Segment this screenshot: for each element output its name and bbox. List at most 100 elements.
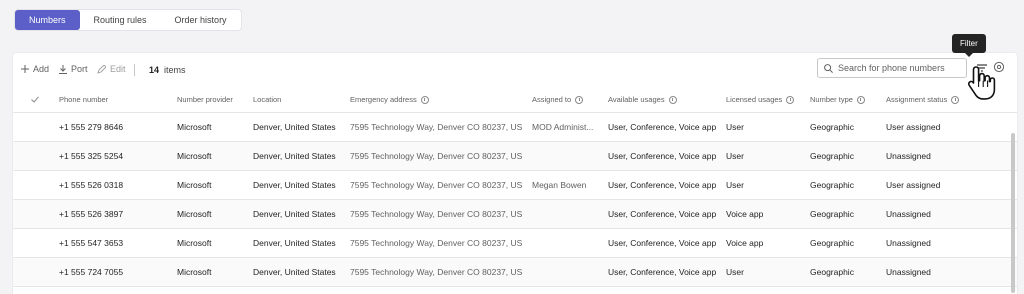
cell-phone: +1 555 279 8646 xyxy=(59,122,124,132)
column-header-label: Assignment status xyxy=(886,95,948,104)
cell-usages: User, Conference, Voice app xyxy=(608,238,717,248)
item-count: 14 items xyxy=(149,65,186,75)
cell-address: 7595 Technology Way, Denver CO 80237, US… xyxy=(350,180,522,190)
pencil-icon xyxy=(97,64,106,74)
tab-bar: Numbers Routing rules Order history xyxy=(14,9,242,31)
info-icon[interactable] xyxy=(951,95,960,104)
cell-location: Denver, United States xyxy=(253,238,336,248)
column-header-type[interactable]: Number type xyxy=(810,87,880,112)
cell-status: User assigned xyxy=(886,180,941,190)
cell-provider: Microsoft xyxy=(177,122,212,132)
cell-type: Geographic xyxy=(810,180,854,190)
cell-licensed: User xyxy=(726,267,744,277)
info-icon[interactable] xyxy=(856,95,865,104)
filter-tooltip: Filter xyxy=(952,34,986,57)
phone-numbers-table: Phone number Number provider Location Em… xyxy=(13,87,1017,287)
cell-usages: User, Conference, Voice app xyxy=(608,267,717,277)
cell-phone: +1 555 325 5254 xyxy=(59,151,124,161)
toolbar: Add Port Edit 14 items xyxy=(13,53,1017,87)
add-label: Add xyxy=(33,64,50,74)
select-all-checkbox[interactable] xyxy=(31,87,51,112)
cell-address: 7595 Technology Way, Denver CO 80237, US… xyxy=(350,267,522,277)
cell-usages: User, Conference, Voice app xyxy=(608,122,717,132)
cell-usages: User, Conference, Voice app xyxy=(608,151,717,161)
cell-usages: User, Conference, Voice app xyxy=(608,209,717,219)
info-icon[interactable] xyxy=(668,95,677,104)
column-header-label: Number provider xyxy=(177,95,233,104)
tab-routing-rules[interactable]: Routing rules xyxy=(80,10,161,30)
tab-order-history[interactable]: Order history xyxy=(161,10,241,30)
search-icon xyxy=(824,63,833,73)
cell-location: Denver, United States xyxy=(253,209,336,219)
column-header-location[interactable]: Location xyxy=(253,87,345,112)
table-row[interactable]: +1 555 279 8646 Microsoft Denver, United… xyxy=(13,113,1017,142)
cell-location: Denver, United States xyxy=(253,267,336,277)
numbers-panel: Add Port Edit 14 items Search for phone … xyxy=(12,52,1018,294)
cell-address: 7595 Technology Way, Denver CO 80237, US… xyxy=(350,122,522,132)
cell-address: 7595 Technology Way, Denver CO 80237, US… xyxy=(350,151,522,161)
info-icon[interactable] xyxy=(575,95,584,104)
cell-status: Unassigned xyxy=(886,209,931,219)
cell-licensed: Voice app xyxy=(726,238,764,248)
cell-type: Geographic xyxy=(810,267,854,277)
cell-usages: User, Conference, Voice app xyxy=(608,180,717,190)
tab-numbers[interactable]: Numbers xyxy=(15,10,80,30)
cell-assigned xyxy=(532,142,600,170)
cell-licensed: User xyxy=(726,122,744,132)
table-row[interactable]: +1 555 325 5254 Microsoft Denver, United… xyxy=(13,142,1017,171)
cell-assigned xyxy=(532,229,600,257)
cell-location: Denver, United States xyxy=(253,180,336,190)
cell-provider: Microsoft xyxy=(177,209,212,219)
cell-address: 7595 Technology Way, Denver CO 80237, US… xyxy=(350,238,522,248)
table-row[interactable]: +1 555 526 3897 Microsoft Denver, United… xyxy=(13,200,1017,229)
cell-licensed: User xyxy=(726,151,744,161)
column-header-licensed[interactable]: Licensed usages xyxy=(726,87,804,112)
cell-assigned: MOD Administ... xyxy=(532,122,594,132)
column-header-label: Assigned to xyxy=(532,95,572,104)
cell-status: Unassigned xyxy=(886,267,931,277)
cell-provider: Microsoft xyxy=(177,267,212,277)
cell-licensed: User xyxy=(726,180,744,190)
cell-type: Geographic xyxy=(810,238,854,248)
table-row[interactable]: +1 555 526 0318 Microsoft Denver, United… xyxy=(13,171,1017,200)
checkmark-icon xyxy=(31,96,39,103)
edit-button[interactable]: Edit xyxy=(97,64,126,74)
item-count-label: items xyxy=(164,65,186,75)
cell-status: Unassigned xyxy=(886,238,931,248)
toolbar-divider xyxy=(134,64,135,76)
column-header-address[interactable]: Emergency address xyxy=(350,87,522,112)
column-header-label: Available usages xyxy=(608,95,665,104)
table-row[interactable]: +1 555 724 7055 Microsoft Denver, United… xyxy=(13,258,1017,287)
info-icon[interactable] xyxy=(786,95,795,104)
info-icon[interactable] xyxy=(420,95,429,104)
add-button[interactable]: Add xyxy=(21,64,49,74)
column-header-label: Emergency address xyxy=(350,95,417,104)
column-header-phone[interactable]: Phone number xyxy=(59,87,169,112)
column-header-provider[interactable]: Number provider xyxy=(177,87,247,112)
download-icon xyxy=(59,64,67,74)
cell-phone: +1 555 526 0318 xyxy=(59,180,124,190)
column-header-assigned[interactable]: Assigned to xyxy=(532,87,600,112)
table-row[interactable]: +1 555 547 3653 Microsoft Denver, United… xyxy=(13,229,1017,258)
plus-icon xyxy=(21,65,29,73)
port-button[interactable]: Port xyxy=(59,64,88,74)
cell-licensed: Voice app xyxy=(726,209,764,219)
column-header-label: Phone number xyxy=(59,95,109,104)
cell-phone: +1 555 547 3653 xyxy=(59,238,124,248)
cell-status: Unassigned xyxy=(886,151,931,161)
table-header: Phone number Number provider Location Em… xyxy=(13,87,1017,113)
cell-type: Geographic xyxy=(810,151,854,161)
column-header-usages[interactable]: Available usages xyxy=(608,87,720,112)
search-input[interactable] xyxy=(838,63,958,73)
cell-type: Geographic xyxy=(810,209,854,219)
item-count-number: 14 xyxy=(149,65,160,75)
port-label: Port xyxy=(71,64,88,74)
cell-provider: Microsoft xyxy=(177,238,212,248)
cell-type: Geographic xyxy=(810,122,854,132)
cell-assigned xyxy=(532,258,600,286)
cell-assigned: Megan Bowen xyxy=(532,180,587,190)
cell-location: Denver, United States xyxy=(253,122,336,132)
cell-phone: +1 555 526 3897 xyxy=(59,209,124,219)
vertical-scrollbar[interactable] xyxy=(1011,133,1015,293)
column-header-label: Number type xyxy=(810,95,853,104)
